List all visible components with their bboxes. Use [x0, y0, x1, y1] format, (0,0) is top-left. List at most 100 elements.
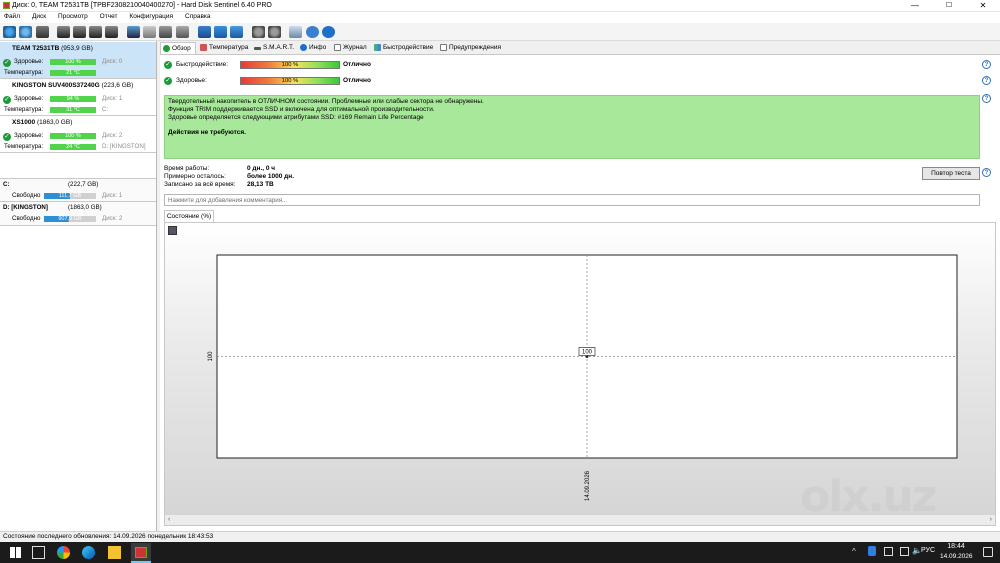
tab-smart[interactable]: S.M.A.R.T. — [252, 42, 296, 54]
performance-status: Отлично — [343, 61, 371, 68]
tab-overview[interactable]: Обзор — [160, 42, 196, 54]
uptime-label: Время работы: — [164, 165, 210, 172]
tray-chevron-icon[interactable]: ^ — [852, 547, 856, 556]
backup-icon[interactable] — [159, 26, 172, 38]
camera-icon[interactable] — [289, 26, 302, 38]
disk-info-icon[interactable] — [89, 26, 102, 38]
tab-log-label: Журнал — [343, 44, 367, 51]
info-icon — [300, 44, 307, 51]
explorer-icon[interactable] — [108, 546, 121, 559]
start-icon[interactable] — [10, 547, 21, 558]
status-message-box: Твердотельный накопитель в ОТЛИЧНОМ сост… — [164, 95, 980, 159]
disk-1-health-bar: 94 % — [50, 96, 96, 102]
mail-icon[interactable] — [214, 26, 227, 38]
volume-d-free: 907,9 GB — [58, 216, 82, 222]
scroll-right-icon[interactable]: › — [990, 516, 992, 523]
message-line: Твердотельный накопитель в ОТЛИЧНОМ сост… — [168, 98, 484, 105]
task-view-icon[interactable] — [32, 546, 45, 559]
tab-info[interactable]: Инфо — [298, 42, 328, 54]
menu-file[interactable]: Файл — [0, 12, 26, 20]
health-label: Здоровье: — [176, 77, 207, 84]
menu-view[interactable]: Просмотр — [54, 12, 94, 20]
tab-log[interactable]: Журнал — [332, 42, 370, 54]
report-icon[interactable] — [198, 26, 211, 38]
menu-disk[interactable]: Диск — [28, 12, 52, 20]
volume-d-ref: Диск: 2 — [102, 215, 123, 222]
minimize-button[interactable]: — — [898, 0, 932, 12]
disk-item-2[interactable]: XS1000 (1863,0 GB) Здоровье: 100 % Диск:… — [0, 116, 156, 153]
info-icon[interactable] — [322, 26, 335, 38]
clock-date[interactable]: 14.09.2026 — [940, 553, 973, 560]
help-icon[interactable]: ? — [982, 94, 991, 103]
help-icon[interactable]: ? — [982, 168, 991, 177]
volume-c-free: 111,7 GB — [58, 193, 82, 199]
y-tick-label: 100 — [208, 351, 214, 362]
send-report-icon[interactable] — [230, 26, 243, 38]
comment-input[interactable]: Нажмите для добавления комментария... — [164, 194, 980, 206]
disk-item-0[interactable]: TEAM T2531TB (953,9 GB) Здоровье: 100 % … — [0, 42, 156, 79]
data-label: 100 — [582, 350, 593, 356]
disk-test-icon[interactable] — [57, 26, 70, 38]
refresh-icon[interactable] — [3, 26, 16, 38]
message-line: Функция TRIM поддерживается SSD и включе… — [168, 105, 435, 113]
tab-warnings[interactable]: Предупреждения — [438, 42, 504, 54]
disk-erase-icon[interactable] — [105, 26, 118, 38]
help-icon[interactable]: ? — [982, 60, 991, 69]
menu-help[interactable]: Справка — [181, 12, 217, 20]
warning-doc-icon — [440, 44, 447, 51]
disk-0-name: TEAM T2531TB (953,9 GB) — [12, 45, 93, 52]
log-icon — [334, 44, 341, 51]
maximize-button[interactable]: ☐ — [932, 0, 966, 12]
tab-temperature[interactable]: Температура — [198, 42, 250, 54]
clock-time[interactable]: 18:44 — [944, 543, 968, 550]
disk-1-temp-label: Температура: — [4, 106, 44, 113]
help-icon[interactable]: ? — [982, 76, 991, 85]
title-bar: Диск: 0, TEAM T2531TB [TPBF2308210040400… — [0, 0, 1000, 12]
tab-temperature-label: Температура — [209, 44, 249, 51]
tab-performance[interactable]: Быстродействие — [372, 42, 436, 54]
gear-icon[interactable] — [252, 26, 265, 38]
chrome-icon[interactable] — [57, 546, 70, 559]
tray-app-icon[interactable] — [884, 547, 893, 556]
edge-icon[interactable] — [82, 546, 95, 559]
tab-info-label: Инфо — [309, 44, 327, 51]
chart-tab-health[interactable]: Состояние (%) — [164, 210, 214, 222]
language-indicator[interactable]: РУС — [921, 547, 935, 554]
menu-bar: Файл Диск Просмотр Отчет Конфигурация Сп… — [0, 12, 1000, 23]
disk-list-panel: TEAM T2531TB (953,9 GB) Здоровье: 100 % … — [0, 41, 157, 531]
close-button[interactable]: ✕ — [966, 0, 1000, 12]
disk-item-1[interactable]: KINGSTON SUV400S37240G (223,6 GB) Здоров… — [0, 79, 156, 116]
menu-report[interactable]: Отчет — [96, 12, 124, 20]
hds-taskbar-icon[interactable] — [131, 543, 151, 563]
written-label: Записано за всё время: — [164, 181, 236, 188]
refresh-all-icon[interactable] — [19, 26, 32, 38]
disk-2-ref: Диск: 2 — [102, 132, 123, 139]
tab-overview-label: Обзор — [172, 45, 191, 52]
eject-icon[interactable] — [143, 26, 156, 38]
taskbar: ^ 🔈 РУС 18:44 14.09.2026 — [0, 542, 1000, 563]
bluetooth-icon[interactable] — [868, 546, 876, 556]
notifications-icon[interactable] — [983, 547, 993, 557]
volume-item-d[interactable]: D: [KINGSTON] (1863,0 GB) Свободно 907,9… — [0, 202, 156, 226]
menu-config[interactable]: Конфигурация — [125, 12, 179, 20]
tools-icon[interactable] — [176, 26, 189, 38]
volume-c-free-bar: 111,7 GB — [44, 193, 96, 199]
disk-2-health-label: Здоровье: — [14, 132, 44, 139]
disk-surface-icon[interactable] — [73, 26, 86, 38]
volume-c-size: (222,7 GB) — [68, 181, 99, 188]
scroll-left-icon[interactable]: ‹ — [168, 516, 170, 523]
window-title: Диск: 0, TEAM T2531TB [TPBF2308210040400… — [12, 2, 272, 9]
remaining-value: более 1000 дн. — [247, 173, 295, 180]
x-tick-label: 14.09.2026 — [585, 470, 591, 501]
network-icon[interactable] — [900, 547, 909, 556]
disk-2-name: XS1000 (1863,0 GB) — [12, 119, 73, 126]
performance-label: Быстродействие: — [176, 61, 229, 68]
thermometer-icon — [200, 44, 207, 51]
drive-icon[interactable] — [127, 26, 140, 38]
volume-c-name: C: — [3, 181, 10, 188]
settings-icon[interactable] — [268, 26, 281, 38]
disk-icon[interactable] — [36, 26, 49, 38]
volume-item-c[interactable]: C: (222,7 GB) Свободно 111,7 GB Диск: 1 — [0, 178, 156, 202]
help-icon[interactable] — [306, 26, 319, 38]
retest-button[interactable]: Повтор теста — [922, 167, 980, 180]
